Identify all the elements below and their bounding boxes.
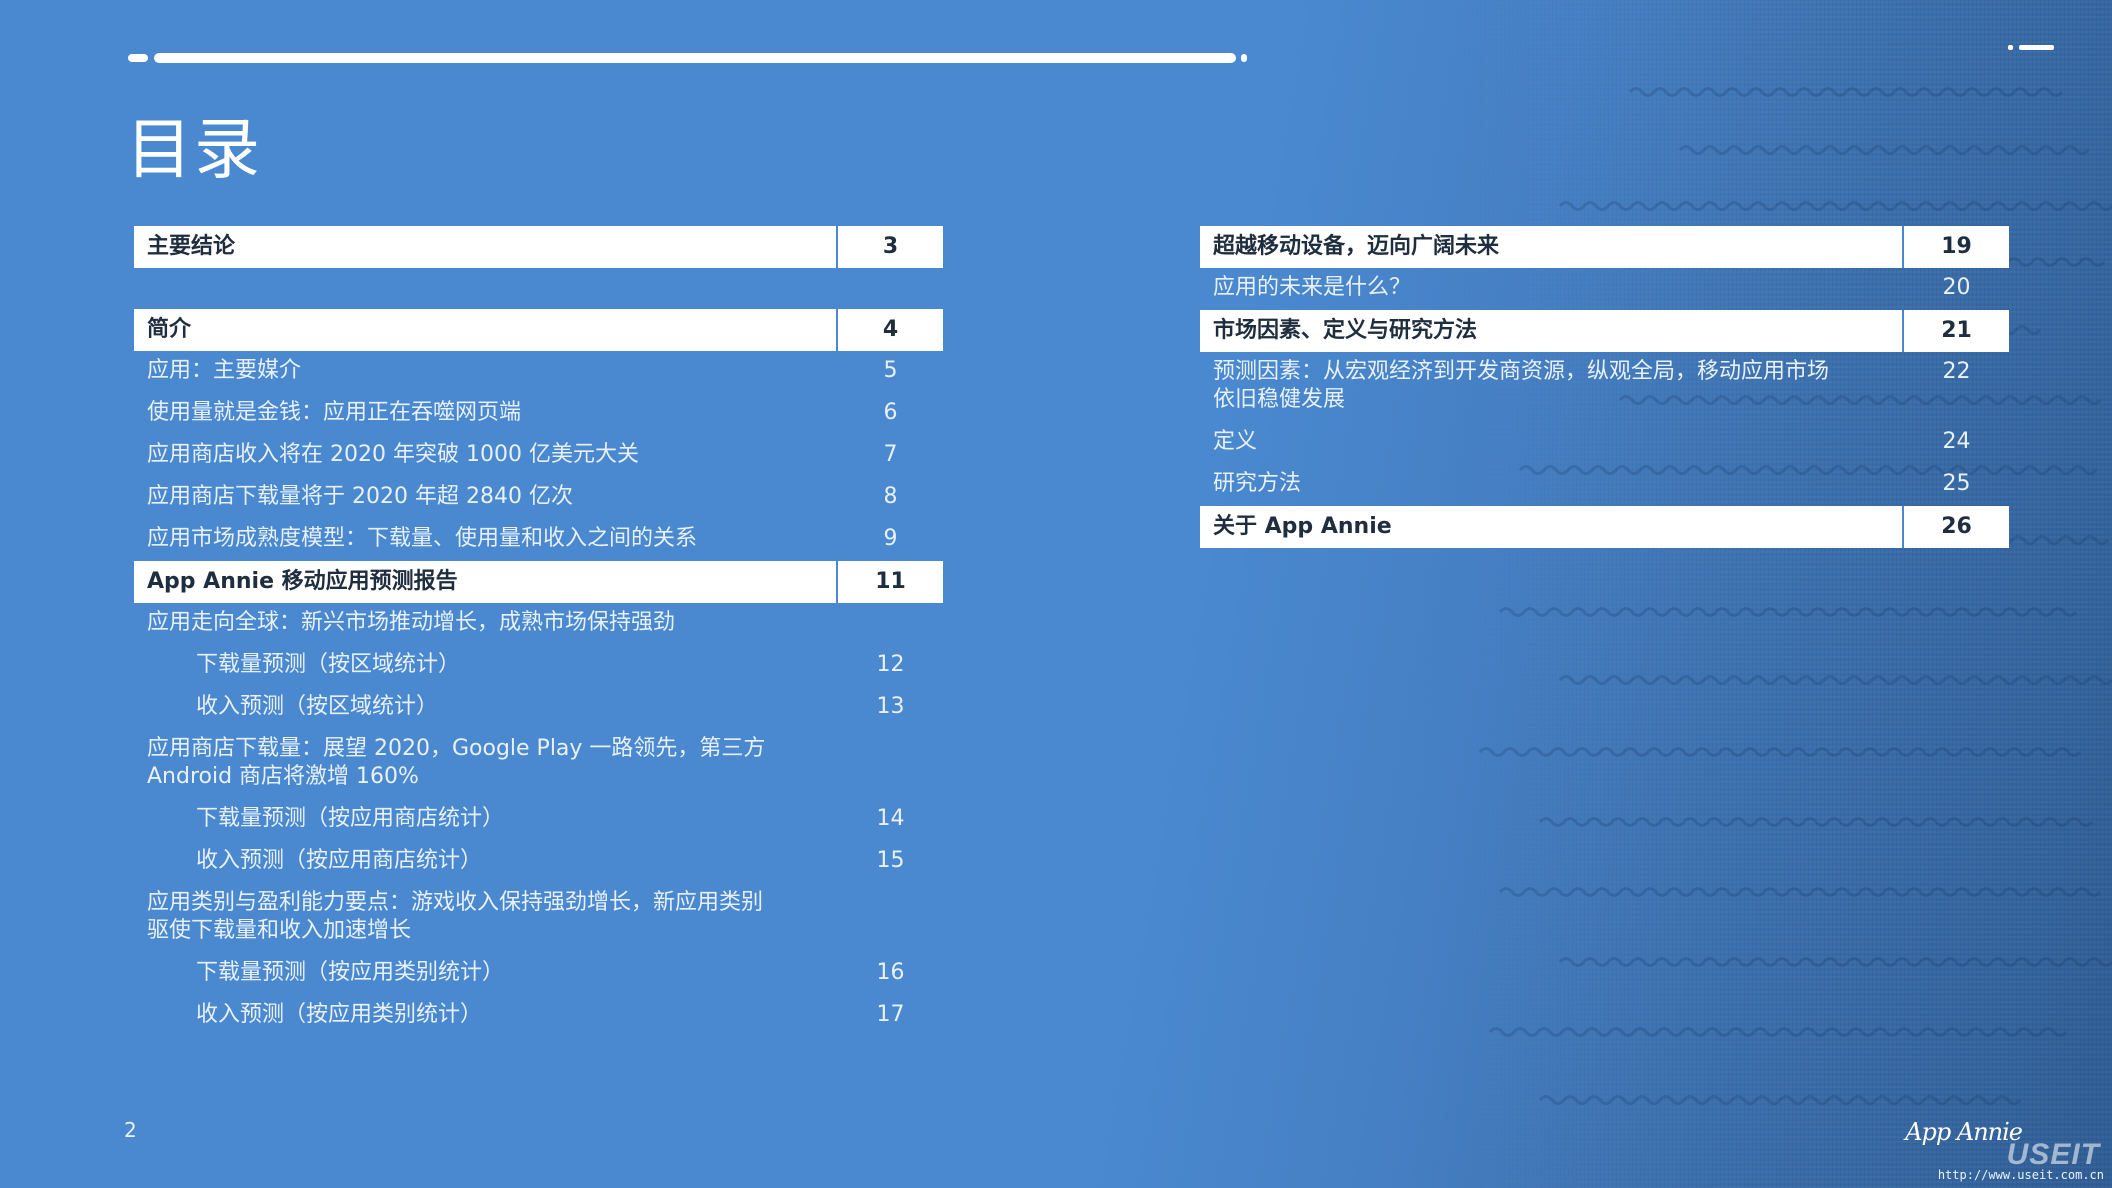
toc-section-header[interactable]: 简介 4 (134, 309, 943, 351)
page-number: 2 (124, 1118, 137, 1142)
toc-entry[interactable]: 应用类别与盈利能力要点：游戏收入保持强劲增长，新应用类别 驱使下载量和收入加速增… (134, 883, 943, 953)
toc-entry-page: 20 (1942, 275, 1971, 300)
toc-entry-title: 收入预测（按区域统计） (196, 694, 439, 719)
toc-entry-title: 预测因素：从宏观经济到开发商资源，纵观全局，移动应用市场 依旧稳健发展 (1213, 359, 1830, 412)
toc-entry-page: 19 (1902, 226, 2009, 268)
toc-entry-title: 下载量预测（按区域统计） (196, 652, 461, 677)
toc-entry[interactable]: 收入预测（按应用类别统计） 17 (134, 995, 943, 1037)
page-title: 目录 (126, 111, 262, 188)
toc-entry-title: App Annie 移动应用预测报告 (147, 569, 458, 594)
toc-entry-page: 17 (876, 1002, 905, 1027)
toc-entry-page: 26 (1902, 506, 2009, 548)
watermark-text: USEIT (2006, 1138, 2100, 1171)
toc-entry-page: 7 (883, 442, 898, 467)
toc-entry-title: 应用市场成熟度模型：下载量、使用量和收入之间的关系 (147, 526, 698, 551)
toc-section-header[interactable]: 主要结论 3 (134, 226, 943, 268)
toc-entry-page: 4 (836, 309, 943, 351)
toc-entry-page: 15 (876, 848, 905, 873)
toc-entry-page: 8 (883, 484, 898, 509)
toc-entry-page: 12 (876, 652, 905, 677)
toc-section-header[interactable]: App Annie 移动应用预测报告 11 (134, 561, 943, 603)
toc-entry-page: 22 (1942, 359, 1971, 384)
toc-entry[interactable]: 应用：主要媒介 5 (134, 351, 943, 393)
toc-entry-title: 收入预测（按应用类别统计） (196, 1002, 483, 1027)
toc-entry[interactable]: 收入预测（按应用商店统计） 15 (134, 841, 943, 883)
watermark-url: http://www.useit.com.cn (1937, 1168, 2104, 1182)
toc-entry-title: 使用量就是金钱：应用正在吞噬网页端 (147, 400, 522, 425)
toc-entry-page: 3 (836, 226, 943, 268)
toc-entry[interactable]: 收入预测（按区域统计） 13 (134, 687, 943, 729)
toc-entry-page: 21 (1902, 310, 2009, 352)
toc-entry-page: 13 (876, 694, 905, 719)
toc-entry-page: 16 (876, 960, 905, 985)
corner-dash-mark (2008, 44, 2054, 50)
toc-entry-page: 25 (1942, 471, 1971, 496)
toc-entry-page: 11 (836, 561, 943, 603)
toc-entry-title: 简介 (147, 317, 192, 342)
toc-entry-title: 定义 (1213, 429, 1258, 454)
toc-entry-title: 应用的未来是什么？ (1213, 275, 1412, 300)
toc-entry-title: 收入预测（按应用商店统计） (196, 848, 483, 873)
toc-entry[interactable]: 应用商店下载量：展望 2020，Google Play 一路领先，第三方 And… (134, 729, 943, 799)
toc-entry[interactable]: 下载量预测（按区域统计） 12 (134, 645, 943, 687)
toc-section-header[interactable]: 关于 App Annie 26 (1200, 506, 2009, 548)
toc-entry-title: 主要结论 (147, 234, 236, 259)
toc-entry[interactable]: 下载量预测（按应用商店统计） 14 (134, 799, 943, 841)
toc-entry-page: 5 (883, 358, 898, 383)
toc-section-header[interactable]: 超越移动设备，迈向广阔未来 19 (1200, 226, 2009, 268)
toc-entry-title: 下载量预测（按应用商店统计） (196, 806, 505, 831)
toc-entry[interactable]: 应用市场成熟度模型：下载量、使用量和收入之间的关系 9 (134, 519, 943, 561)
toc-entry-page: 24 (1942, 429, 1971, 454)
toc-entry-page: 14 (876, 806, 905, 831)
toc-entry-title: 关于 App Annie (1213, 514, 1392, 539)
app-annie-logo: App Annie (1905, 1118, 2023, 1146)
toc-entry-title: 应用商店下载量：展望 2020，Google Play 一路领先，第三方 And… (147, 736, 766, 789)
toc-entry[interactable]: 应用商店下载量将于 2020 年超 2840 亿次 8 (134, 477, 943, 519)
toc-entry[interactable]: 研究方法 25 (1200, 464, 2009, 506)
toc-section-header[interactable]: 市场因素、定义与研究方法 21 (1200, 310, 2009, 352)
toc-entry-page: 9 (883, 526, 898, 551)
toc-entry[interactable]: 应用的未来是什么？ 20 (1200, 268, 2009, 310)
toc-entry-title: 应用：主要媒介 (147, 358, 302, 383)
toc-entry-page: 6 (883, 400, 898, 425)
toc-entry-title: 超越移动设备，迈向广阔未来 (1213, 234, 1500, 259)
toc-entry-title: 应用走向全球：新兴市场推动增长，成熟市场保持强劲 (147, 610, 676, 635)
toc-entry[interactable]: 定义 24 (1200, 422, 2009, 464)
background-texture (1412, 0, 2112, 1188)
top-progress-bar (128, 53, 1247, 63)
toc-entry-title: 下载量预测（按应用类别统计） (196, 960, 505, 985)
toc-entry[interactable]: 下载量预测（按应用类别统计） 16 (134, 953, 943, 995)
toc-entry[interactable]: 使用量就是金钱：应用正在吞噬网页端 6 (134, 393, 943, 435)
toc-right-column: 超越移动设备，迈向广阔未来 19 应用的未来是什么？ 20 市场因素、定义与研究方法 21… (1200, 226, 2009, 548)
toc-left-column: 主要结论 3 简介 4 应用：主要媒介 5 使用量就是金钱：应用正在吞噬网页端 6 应用商店收入… (134, 226, 943, 1037)
toc-entry[interactable]: 预测因素：从宏观经济到开发商资源，纵观全局，移动应用市场 依旧稳健发展 22 (1200, 352, 2009, 422)
toc-entry-title: 应用商店下载量将于 2020 年超 2840 亿次 (147, 484, 573, 509)
toc-entry-title: 研究方法 (1213, 471, 1302, 496)
toc-entry[interactable]: 应用商店收入将在 2020 年突破 1000 亿美元大关 7 (134, 435, 943, 477)
toc-entry-title: 市场因素、定义与研究方法 (1213, 318, 1478, 343)
toc-entry-title: 应用类别与盈利能力要点：游戏收入保持强劲增长，新应用类别 驱使下载量和收入加速增… (147, 890, 764, 943)
toc-entry-title: 应用商店收入将在 2020 年突破 1000 亿美元大关 (147, 442, 639, 467)
toc-entry[interactable]: 应用走向全球：新兴市场推动增长，成熟市场保持强劲 (134, 603, 943, 645)
